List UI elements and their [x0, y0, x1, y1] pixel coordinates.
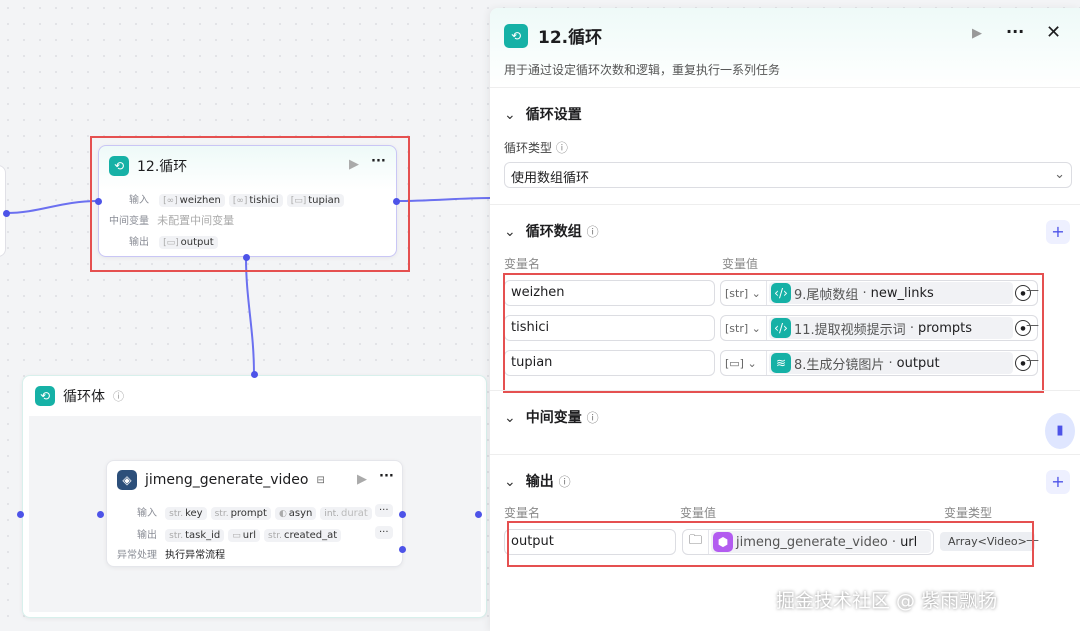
info-icon: ⓘ — [586, 411, 599, 425]
section-loop-array[interactable]: ⌄ 循环数组 ⓘ — [504, 221, 599, 241]
column-header: 变量值 — [722, 257, 759, 271]
more-icon[interactable]: ··· — [1006, 22, 1024, 41]
port[interactable] — [393, 198, 400, 205]
port[interactable] — [243, 254, 250, 261]
output-chip: str. created_at — [264, 529, 342, 542]
loop-type-label: 循环类型 — [504, 141, 553, 155]
info-icon: ⓘ — [586, 225, 599, 239]
info-icon[interactable]: ⓘ — [556, 141, 568, 155]
input-chip: int. durat — [320, 507, 372, 520]
input-chip: ◐ asyn — [274, 507, 317, 520]
more-inputs-button[interactable]: ··· — [375, 504, 393, 517]
panel-description: 用于通过设定循环次数和逻辑，重复执行一系列任务 — [504, 63, 781, 77]
output-chip: str. task_id — [165, 529, 225, 542]
plugin-badge-icon: ⊟ — [316, 474, 325, 486]
column-header: 变量类型 — [944, 506, 993, 520]
loop-body-title: 循环体 — [63, 389, 105, 405]
port[interactable] — [399, 511, 406, 518]
port[interactable] — [95, 198, 102, 205]
column-header: 变量值 — [680, 506, 717, 520]
chevron-down-icon: ⌄ — [1054, 167, 1065, 182]
input-chip: str. prompt — [210, 507, 271, 520]
label: 输入 — [137, 508, 157, 519]
loop-icon: ⟲ — [35, 386, 55, 406]
section-mid-vars[interactable]: ⌄ 中间变量 ⓘ — [504, 407, 599, 427]
close-icon[interactable]: ✕ — [1046, 22, 1061, 43]
node-settings-panel: ⟲ 12.循环 ▶ ··· ✕ 用于通过设定循环次数和逻辑，重复执行一系列任务 ⌄… — [490, 8, 1080, 631]
output-chip: ▭ url — [228, 529, 261, 542]
loop-type-select[interactable]: 使用数组循环 ⌄ — [504, 162, 1072, 188]
label: 输出 — [137, 530, 157, 541]
chevron-down-icon: ⌄ — [504, 107, 516, 123]
label: 异常处理 — [117, 550, 157, 561]
section-loop-settings[interactable]: ⌄ 循环设置 — [504, 104, 582, 124]
plugin-icon: ◈ — [117, 470, 137, 490]
port[interactable] — [251, 371, 258, 378]
watermark: 掘金技术社区 @ 紫雨飘扬 — [776, 590, 998, 612]
info-icon: ⓘ — [558, 475, 571, 489]
loop-icon: ⟲ — [504, 23, 528, 48]
outputs-row: 输出 str. task_id ▭ url str. created_at — [137, 526, 372, 542]
video-node[interactable]: ◈ jimeng_generate_video ⊟ ▶ ··· 输入 str. key… — [106, 460, 403, 567]
panel-title[interactable]: 12.循环 — [538, 23, 602, 48]
section-output[interactable]: ⌄ 输出 ⓘ — [504, 471, 571, 491]
floating-assistant-icon[interactable]: ▮ — [1045, 413, 1075, 449]
highlight-box — [503, 273, 1044, 393]
run-icon[interactable]: ▶ — [357, 472, 367, 487]
add-array-item-button[interactable]: + — [1046, 220, 1070, 244]
highlight-box — [507, 521, 1034, 567]
node-title: jimeng_generate_video — [145, 472, 309, 488]
port[interactable] — [17, 511, 24, 518]
more-icon[interactable]: ··· — [379, 469, 394, 484]
column-header: 变量名 — [504, 257, 541, 271]
column-header: 变量名 — [504, 506, 541, 520]
port[interactable] — [475, 511, 482, 518]
port[interactable] — [3, 210, 10, 217]
port[interactable] — [399, 546, 406, 553]
input-chip: str. key — [165, 507, 207, 520]
run-icon[interactable]: ▶ — [972, 26, 982, 41]
port[interactable] — [97, 511, 104, 518]
error-handling-value: 执行异常流程 — [165, 550, 226, 561]
inputs-row: 输入 str. key str. prompt ◐ asyn int. durat — [137, 504, 372, 520]
more-outputs-button[interactable]: ··· — [375, 526, 393, 539]
highlight-box — [90, 136, 410, 272]
add-output-button[interactable]: + — [1046, 470, 1070, 494]
info-icon[interactable]: ⓘ — [113, 388, 124, 404]
